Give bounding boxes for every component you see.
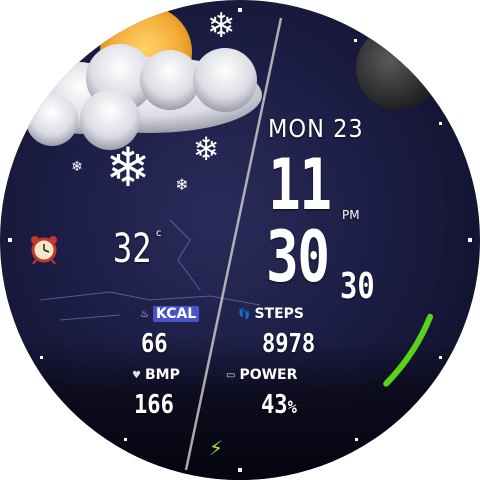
bmp-value[interactable]: 166 bbox=[134, 390, 174, 420]
battery-icon: ▭ bbox=[226, 369, 236, 381]
footprint-icon: 👣 bbox=[238, 308, 251, 320]
ampm-label: PM bbox=[342, 208, 360, 222]
svg-text:❄: ❄ bbox=[193, 130, 220, 168]
flame-icon: ♨ bbox=[140, 308, 149, 320]
power-number: 43 bbox=[261, 390, 288, 420]
lightning-bolt-icon: ⚡ bbox=[209, 436, 223, 460]
heart-icon: ♥ bbox=[132, 369, 141, 381]
date-label: MON 23 bbox=[268, 114, 364, 143]
svg-text:❄: ❄ bbox=[175, 175, 188, 194]
temperature-unit: c bbox=[156, 228, 162, 239]
bmp-label-text: BMP bbox=[144, 367, 180, 383]
kcal-label-text: KCAL bbox=[152, 306, 200, 322]
svg-text:❄: ❄ bbox=[207, 6, 236, 46]
hour-display: 11 bbox=[268, 144, 332, 226]
kcal-label: ♨ KCAL bbox=[140, 306, 200, 322]
steps-label-text: STEPS bbox=[254, 306, 304, 322]
bmp-label: ♥ BMP bbox=[132, 367, 180, 383]
seconds-display: 30 bbox=[340, 266, 375, 307]
power-label-text: POWER bbox=[239, 367, 298, 383]
power-value[interactable]: 43% bbox=[261, 390, 297, 420]
steps-label: 👣 STEPS bbox=[238, 306, 304, 322]
temperature-value[interactable]: 32 bbox=[113, 226, 152, 272]
alarm-clock-icon[interactable] bbox=[31, 236, 57, 265]
svg-text:❄: ❄ bbox=[71, 159, 83, 175]
minute-display: 30 bbox=[266, 216, 330, 298]
watch-face: ❄ ❄ ❄ ❄ ❄ ⚡ MON 23 11 PM 30 30 32 c ♨ KC… bbox=[0, 0, 480, 480]
cloud-icon bbox=[26, 44, 262, 150]
background-scene: ❄ ❄ ❄ ❄ ❄ ⚡ bbox=[0, 6, 480, 480]
power-label: ▭ POWER bbox=[226, 367, 297, 383]
kcal-value[interactable]: 66 bbox=[141, 329, 168, 359]
svg-text:❄: ❄ bbox=[105, 136, 150, 199]
power-unit: % bbox=[287, 397, 297, 418]
moon-icon bbox=[356, 26, 440, 110]
steps-value[interactable]: 8978 bbox=[262, 329, 315, 359]
